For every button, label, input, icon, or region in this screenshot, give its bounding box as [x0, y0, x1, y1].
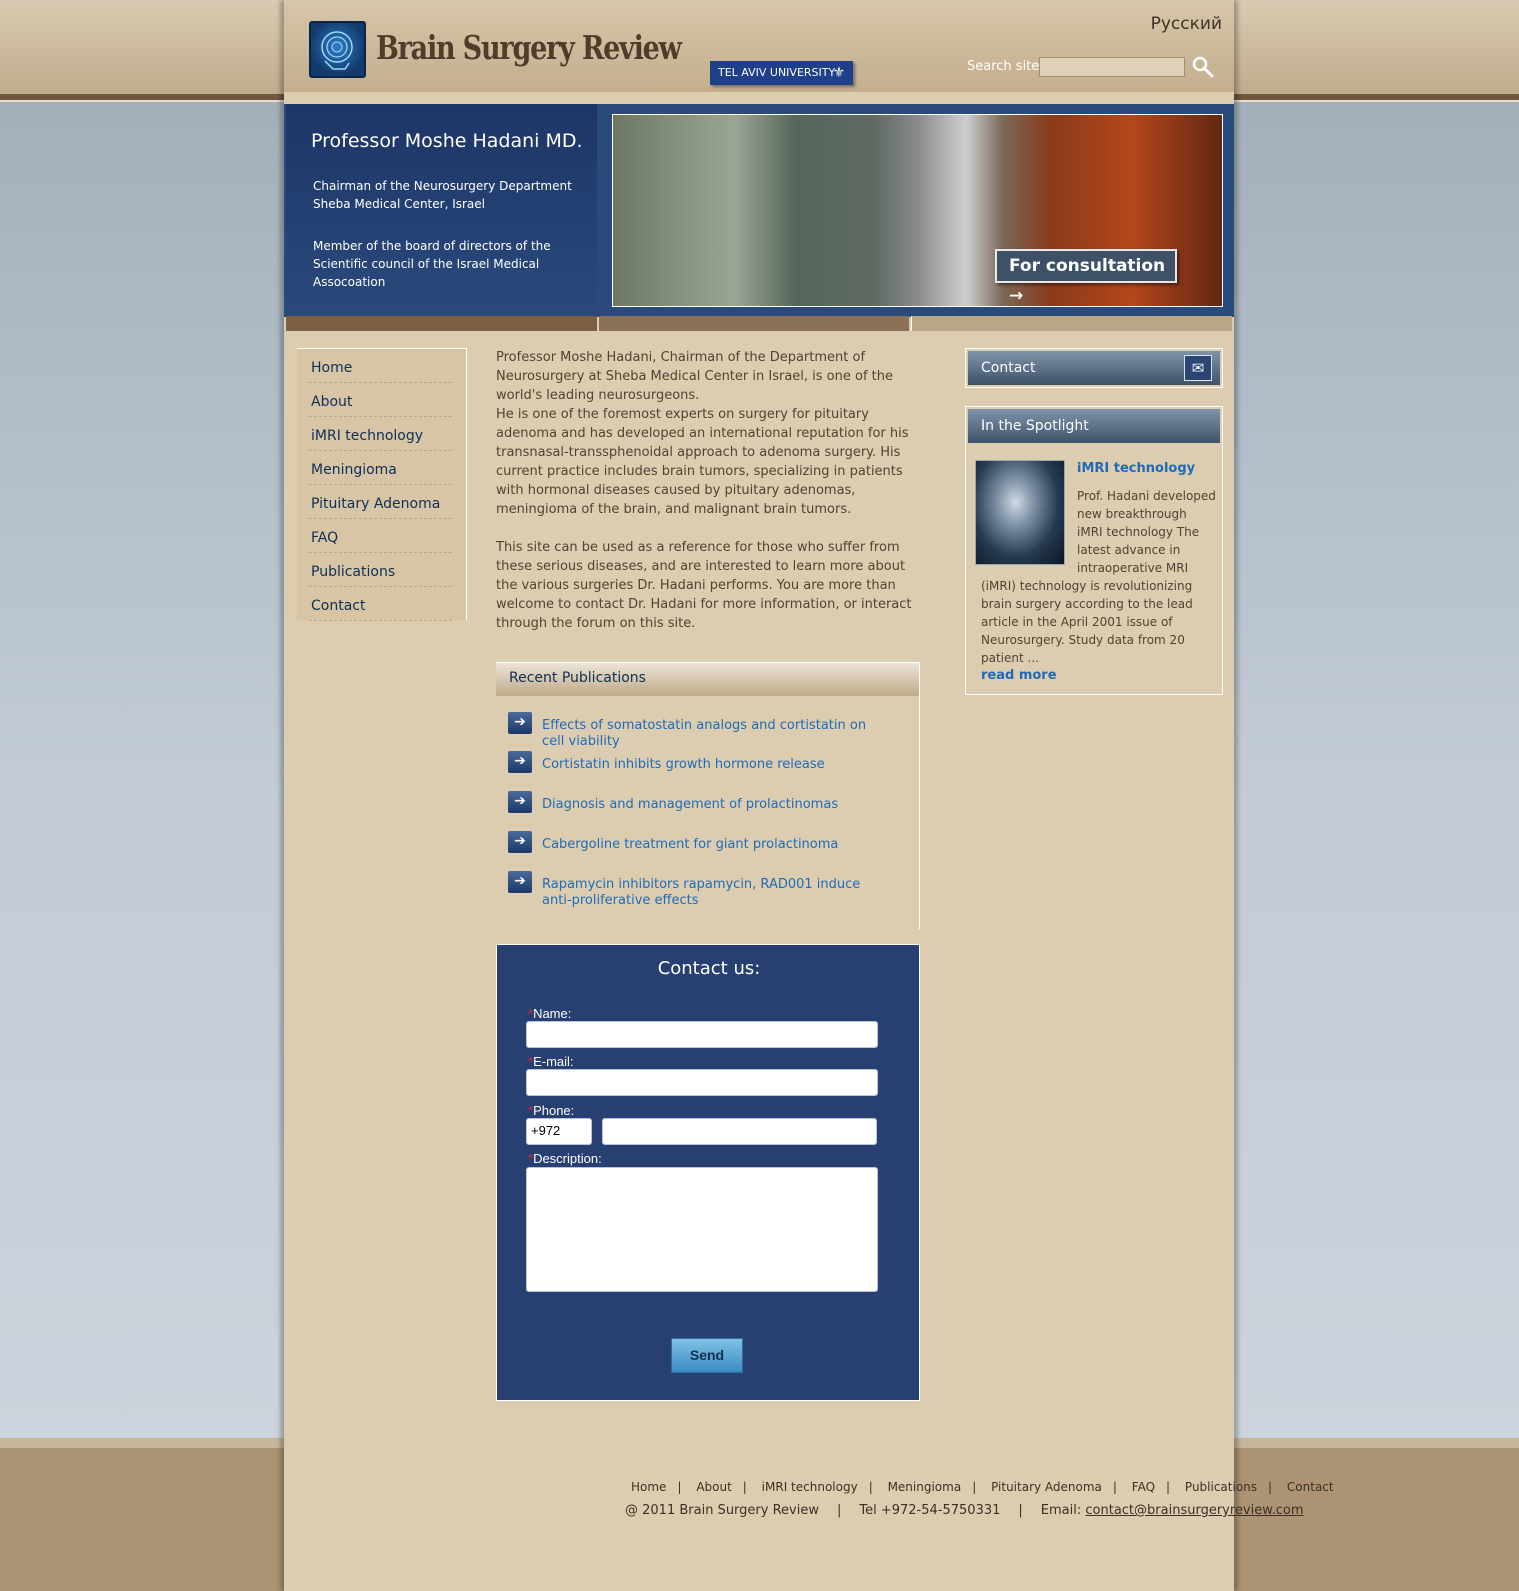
- arrow-right-icon: ➔: [508, 871, 532, 893]
- brain-logo-icon[interactable]: [309, 21, 366, 78]
- publications-heading: Recent Publications: [496, 663, 919, 696]
- footer-separator: |: [1268, 1480, 1273, 1494]
- arrow-right-icon: ➔: [508, 712, 532, 734]
- banner-tab-bar: [286, 316, 1232, 331]
- intro-text: Professor Moshe Hadani, Chairman of the …: [496, 350, 893, 403]
- tab-bar-segment: [599, 316, 909, 331]
- email-label: *E-mail:: [528, 1054, 574, 1069]
- tab-bar-segment: [286, 316, 597, 331]
- name-label: *Name:: [528, 1006, 571, 1021]
- footer-link-home[interactable]: Home: [631, 1480, 666, 1494]
- name-label-text: Name:: [533, 1006, 572, 1021]
- description-label: *Description:: [528, 1151, 602, 1166]
- footer-separator: |: [742, 1480, 747, 1494]
- search-icon[interactable]: [1192, 56, 1214, 78]
- description-label-text: Description:: [533, 1151, 602, 1166]
- publication-link[interactable]: Diagnosis and management of prolactinoma…: [542, 797, 892, 813]
- page-container: Brain Surgery Review TEL AVIV UNIVERSITY…: [284, 0, 1334, 1591]
- reference-paragraph: This site can be used as a reference for…: [496, 540, 912, 631]
- doctor-position-line2: Sheba Medical Center, Israel: [313, 197, 485, 211]
- site-title[interactable]: Brain Surgery Review: [376, 28, 682, 67]
- arrow-right-icon: ➔: [508, 831, 532, 853]
- publication-link[interactable]: Cabergoline treatment for giant prolacti…: [542, 837, 892, 853]
- banner-image: For consultation →: [612, 114, 1223, 307]
- phone-label-text: Phone:: [533, 1103, 575, 1118]
- nav-item-contact[interactable]: Contact: [309, 587, 452, 621]
- nav-item-publications[interactable]: Publications: [309, 553, 452, 587]
- nav-item-about[interactable]: About: [309, 383, 452, 417]
- footer-link-pituitary-adenoma[interactable]: Pituitary Adenoma: [991, 1480, 1102, 1494]
- doctor-name: Professor Moshe Hadani MD.: [311, 130, 583, 152]
- doctor-membership: Member of the board of directors of the …: [313, 239, 551, 289]
- mail-icon[interactable]: ✉: [1184, 355, 1212, 381]
- contact-form: Contact us: *Name: *E-mail: *Phone: +972…: [496, 944, 920, 1401]
- spotlight-heading: In the Spotlight: [968, 409, 1220, 443]
- site-header: Brain Surgery Review TEL AVIV UNIVERSITY…: [284, 0, 1234, 92]
- search-input[interactable]: [1039, 57, 1185, 77]
- doctor-position-line1: Chairman of the Neurosurgery Department: [313, 179, 572, 193]
- expertise-text: He is one of the foremost experts on sur…: [496, 407, 909, 517]
- university-badge[interactable]: TEL AVIV UNIVERSITY ⚜: [710, 61, 853, 85]
- doctor-position: Chairman of the Neurosurgery Department …: [313, 177, 572, 213]
- intro-paragraph: Professor Moshe Hadani, Chairman of the …: [496, 348, 920, 519]
- publication-link[interactable]: Cortistatin inhibits growth hormone rele…: [542, 757, 892, 773]
- main-content: Professor Moshe Hadani, Chairman of the …: [496, 348, 920, 652]
- read-more-link[interactable]: read more: [981, 668, 1057, 683]
- spotlight-widget: In the Spotlight iMRI technology Prof. H…: [965, 406, 1223, 695]
- nav-item-imri[interactable]: iMRI technology: [309, 417, 452, 451]
- footer-link-faq[interactable]: FAQ: [1132, 1480, 1155, 1494]
- description-textarea[interactable]: [526, 1167, 878, 1292]
- footer-separator: |: [1112, 1480, 1117, 1494]
- footer-nav: Home | About | iMRI technology | Meningioma…: [631, 1480, 1334, 1494]
- arrow-right-icon: ➔: [508, 791, 532, 813]
- nav-item-meningioma[interactable]: Meningioma: [309, 451, 452, 485]
- footer-separator: |: [1018, 1503, 1023, 1518]
- contact-form-title: Contact us:: [657, 958, 761, 979]
- tab-bar-segment: [911, 316, 1232, 331]
- email-label-text: E-mail:: [533, 1054, 574, 1069]
- phone-field[interactable]: [602, 1118, 877, 1145]
- university-badge-text: TEL AVIV UNIVERSITY: [718, 66, 836, 79]
- contact-widget-header[interactable]: Contact ✉: [968, 351, 1220, 385]
- sidebar-nav: Home About iMRI technology Meningioma Pi…: [297, 348, 467, 621]
- name-field[interactable]: [526, 1021, 878, 1048]
- footer-separator: |: [868, 1480, 873, 1494]
- arrow-right-icon: ➔: [508, 751, 532, 773]
- search-label: Search site: [967, 59, 1040, 74]
- footer-link-about[interactable]: About: [696, 1480, 731, 1494]
- nav-item-home[interactable]: Home: [309, 349, 452, 383]
- footer-phone: Tel +972-54-5750331: [859, 1503, 1001, 1518]
- language-link[interactable]: Русский: [1151, 14, 1222, 34]
- send-button[interactable]: Send: [671, 1338, 743, 1373]
- footer-link-contact[interactable]: Contact: [1287, 1480, 1334, 1494]
- phone-label: *Phone:: [528, 1103, 574, 1118]
- footer-separator: |: [972, 1480, 977, 1494]
- publication-link[interactable]: Rapamycin inhibitors rapamycin, RAD001 i…: [542, 877, 892, 909]
- footer-separator: |: [677, 1480, 682, 1494]
- footer-separator: |: [836, 1503, 842, 1518]
- banner-info: Professor Moshe Hadani MD. Chairman of t…: [286, 104, 597, 317]
- contact-widget[interactable]: Contact ✉: [965, 348, 1223, 388]
- recent-publications: Recent Publications ➔ Effects of somatos…: [496, 662, 920, 929]
- footer-link-meningioma[interactable]: Meningioma: [888, 1480, 962, 1494]
- footer-link-publications[interactable]: Publications: [1185, 1480, 1257, 1494]
- hero-banner: Professor Moshe Hadani MD. Chairman of t…: [284, 104, 1234, 317]
- nav-item-pituitary-adenoma[interactable]: Pituitary Adenoma: [309, 485, 452, 519]
- email-field[interactable]: [526, 1069, 878, 1096]
- copyright: @ 2011 Brain Surgery Review: [625, 1503, 819, 1518]
- footer-info: @ 2011 Brain Surgery Review | Tel +972-54-…: [625, 1503, 1304, 1518]
- footer-email-link[interactable]: contact@brainsurgeryreview.com: [1085, 1503, 1303, 1518]
- phone-prefix-field[interactable]: +972: [526, 1118, 592, 1145]
- spotlight-text: Prof. Hadani developed new breakthrough …: [981, 487, 1216, 667]
- footer-link-imri[interactable]: iMRI technology: [762, 1480, 858, 1494]
- nav-item-faq[interactable]: FAQ: [309, 519, 452, 553]
- university-emblem-icon: ⚜: [832, 65, 845, 81]
- spotlight-item-title[interactable]: iMRI technology: [1077, 461, 1195, 476]
- consultation-button[interactable]: For consultation →: [995, 249, 1177, 306]
- footer-email-label: Email:: [1040, 1503, 1082, 1518]
- footer-separator: |: [1166, 1480, 1171, 1494]
- contact-widget-title: Contact: [981, 360, 1036, 376]
- publication-link[interactable]: Effects of somatostatin analogs and cort…: [542, 718, 892, 750]
